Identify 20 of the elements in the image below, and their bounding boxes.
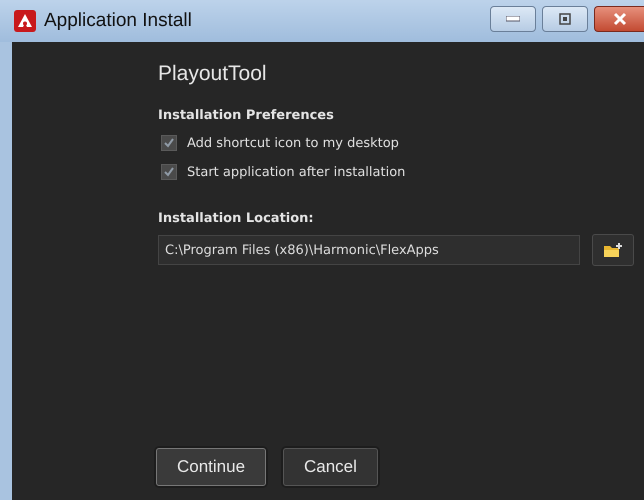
checkbox-label: Add shortcut icon to my desktop — [187, 136, 399, 150]
window-title: Application Install — [44, 10, 192, 32]
dialog-button[interactable]: Cancel — [283, 448, 378, 486]
section-heading: Installation Preferences — [158, 108, 335, 123]
path-field[interactable]: C:\Program Files (x86)\Harmonic\FlexApps — [158, 235, 580, 265]
app-name: PlayoutTool — [158, 62, 268, 86]
browse-button[interactable] — [592, 234, 634, 266]
dialog-button[interactable]: Continue — [156, 448, 266, 486]
close-button[interactable] — [594, 6, 644, 32]
maximize-icon — [559, 13, 571, 25]
field-label: Installation Location: — [158, 211, 315, 226]
folder-icon — [603, 242, 623, 258]
minimize-icon — [506, 16, 520, 22]
maximize-button[interactable] — [542, 6, 588, 32]
checkbox-label: Start application after installation — [187, 164, 406, 180]
app-logo-icon — [14, 10, 36, 32]
checkbox[interactable] — [161, 135, 177, 151]
minimize-button[interactable] — [490, 6, 536, 32]
checkbox[interactable] — [161, 164, 177, 180]
close-icon — [612, 12, 626, 26]
